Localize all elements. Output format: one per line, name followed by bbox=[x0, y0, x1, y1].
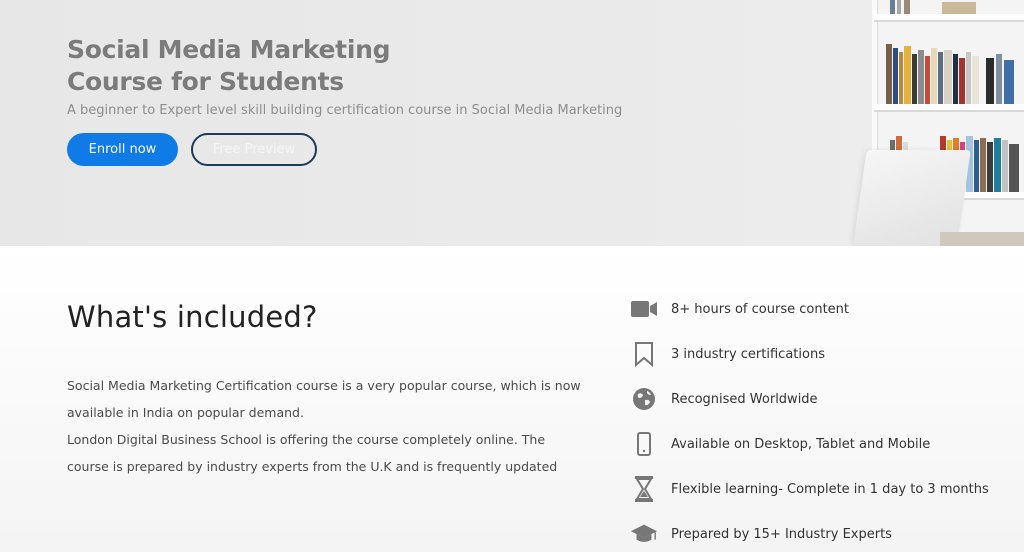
bookshelf-photo bbox=[853, 0, 1024, 246]
graduation-cap-icon bbox=[630, 520, 658, 548]
feature-label: Available on Desktop, Tablet and Mobile bbox=[671, 436, 931, 452]
section-title: What's included? bbox=[67, 300, 318, 334]
feature-label: 3 industry certifications bbox=[671, 346, 825, 362]
hourglass-icon bbox=[630, 475, 658, 503]
whats-included-section: What's included? Social Media Marketing … bbox=[0, 246, 1024, 552]
title-line-1: Social Media Marketing bbox=[67, 35, 391, 64]
hero-banner: Social Media Marketing Course for Studen… bbox=[0, 0, 1024, 246]
enroll-now-button[interactable]: Enroll now bbox=[67, 133, 178, 166]
feature-item: Prepared by 15+ Industry Experts bbox=[630, 519, 1020, 549]
feature-label: Recognised Worldwide bbox=[671, 391, 818, 407]
feature-label: Flexible learning- Complete in 1 day to … bbox=[671, 481, 989, 497]
bookmark-icon bbox=[630, 340, 658, 368]
title-line-2: Course for Students bbox=[67, 67, 344, 96]
feature-item: 8+ hours of course content bbox=[630, 294, 1020, 324]
feature-item: Flexible learning- Complete in 1 day to … bbox=[630, 474, 1020, 504]
globe-icon bbox=[630, 385, 658, 413]
feature-item: 3 industry certifications bbox=[630, 339, 1020, 369]
feature-label: 8+ hours of course content bbox=[671, 301, 850, 317]
feature-label: Prepared by 15+ Industry Experts bbox=[671, 526, 892, 542]
feature-item: Available on Desktop, Tablet and Mobile bbox=[630, 429, 1020, 459]
video-camera-icon bbox=[630, 295, 658, 323]
page-title: Social Media Marketing Course for Studen… bbox=[67, 34, 587, 98]
description-paragraph: London Digital Business School is offeri… bbox=[67, 432, 558, 474]
free-preview-button[interactable]: Free Preview bbox=[191, 133, 317, 166]
mobile-phone-icon bbox=[630, 430, 658, 458]
description-paragraph: Social Media Marketing Certification cou… bbox=[67, 378, 581, 420]
feature-item: Recognised Worldwide bbox=[630, 384, 1020, 414]
hero-subtitle: A beginner to Expert level skill buildin… bbox=[67, 103, 623, 118]
course-description: Social Media Marketing Certification cou… bbox=[67, 372, 587, 480]
